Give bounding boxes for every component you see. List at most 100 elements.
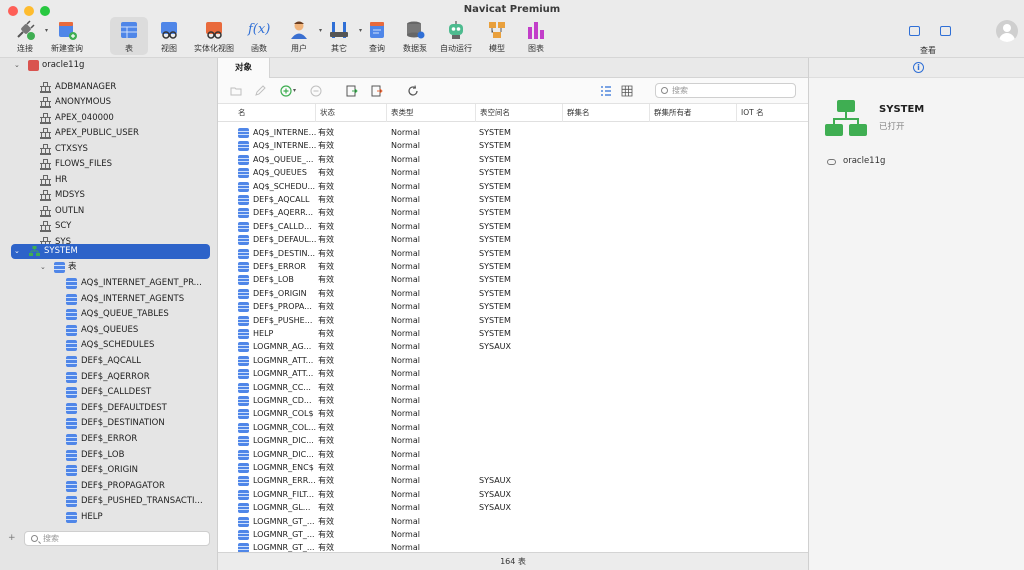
column-header-status[interactable]: 状态 [315, 104, 385, 122]
avatar[interactable] [996, 20, 1018, 42]
table-row[interactable]: DEF$_AQCALL 有效 Normal SYSTEM [218, 193, 808, 206]
tree-table-item[interactable]: DEF$_AQCALL [0, 354, 218, 369]
table-row[interactable]: LOGMNR_DIC... 有效 Normal [218, 434, 808, 447]
toolbar-connect-button[interactable]: ▾ 连接 [8, 17, 48, 55]
table-row[interactable]: HELP 有效 Normal SYSTEM [218, 327, 808, 340]
chevron-down-icon[interactable]: ⌄ [14, 58, 20, 73]
tree-table-item[interactable]: DEF$_PROPAGATOR [0, 479, 218, 494]
table-row[interactable]: DEF$_DEFAUL... 有效 Normal SYSTEM [218, 233, 808, 246]
table-row[interactable]: DEF$_ORIGIN 有效 Normal SYSTEM [218, 287, 808, 300]
table-row[interactable]: LOGMNR_GT_... 有效 Normal [218, 528, 808, 541]
table-row[interactable]: LOGMNR_GT_... 有效 Normal [218, 515, 808, 528]
table-row[interactable]: LOGMNR_ERR... 有效 Normal SYSAUX [218, 474, 808, 487]
tree-table-item[interactable]: AQ$_QUEUES [0, 323, 218, 338]
tree-table-item[interactable]: DEF$_DEFAULTDEST [0, 401, 218, 416]
table-row[interactable]: LOGMNR_ATT... 有效 Normal [218, 354, 808, 367]
tree-user-item[interactable]: FLOWS_FILES [0, 157, 218, 172]
table-row[interactable]: AQ$_QUEUE_... 有效 Normal SYSTEM [218, 153, 808, 166]
add-icon[interactable]: + [8, 533, 16, 543]
table-row[interactable]: AQ$_INTERNE... 有效 Normal SYSTEM [218, 139, 808, 152]
tree-connection-oracle11g[interactable]: ⌄ oracle11g [0, 58, 218, 73]
toolbar-chart-button[interactable]: 图表 [520, 17, 552, 55]
info-icon[interactable]: i [913, 62, 924, 73]
toolbar-user-button[interactable]: ▾ 用户 [282, 17, 322, 55]
tree-user-item[interactable]: OUTLN [0, 204, 218, 219]
tree-tables-group[interactable]: ⌄ 表 [0, 260, 218, 275]
table-row[interactable]: LOGMNR_CC... 有效 Normal [218, 381, 808, 394]
tab-objects[interactable]: 对象 [218, 58, 270, 78]
table-row[interactable]: LOGMNR_DIC... 有效 Normal [218, 448, 808, 461]
table-row[interactable]: AQ$_SCHEDU... 有效 Normal SYSTEM [218, 180, 808, 193]
tree-table-item[interactable]: HELP [0, 510, 218, 525]
tree-table-item[interactable]: AQ$_INTERNET_AGENTS [0, 292, 218, 307]
grid-view-icon[interactable] [621, 85, 633, 97]
tree-table-item[interactable]: DEF$_ORIGIN [0, 463, 218, 478]
tree-user-item[interactable]: HR [0, 173, 218, 188]
table-row[interactable]: LOGMNR_FILT... 有效 Normal SYSAUX [218, 488, 808, 501]
table-row[interactable]: LOGMNR_AG... 有效 Normal SYSAUX [218, 340, 808, 353]
table-row[interactable]: DEF$_CALLD... 有效 Normal SYSTEM [218, 220, 808, 233]
refresh-icon[interactable] [407, 85, 419, 97]
toolbar-new-query-button[interactable]: 新建查询 [48, 17, 86, 55]
chevron-down-icon[interactable]: ▾ [293, 87, 296, 94]
table-row[interactable]: AQ$_QUEUES 有效 Normal SYSTEM [218, 166, 808, 179]
toolbar-automation-button[interactable]: 自动运行 [436, 17, 476, 55]
tree-schema-system[interactable]: ⌄ SYSTEM [11, 244, 210, 259]
toolbar-datapump-button[interactable]: 数据泵 [398, 17, 432, 55]
tree-user-item[interactable]: MDSYS [0, 188, 218, 203]
toolbar-materialized-view-button[interactable]: 实体化视图 [192, 17, 236, 55]
tree-table-item[interactable]: AQ$_SCHEDULES [0, 338, 218, 353]
table-row[interactable]: LOGMNR_COL... 有效 Normal [218, 421, 808, 434]
tree-user-item[interactable]: ANONYMOUS [0, 95, 218, 110]
column-header-cluster-owner[interactable]: 群集所有者 [649, 104, 735, 122]
tree-user-item[interactable]: CTXSYS [0, 142, 218, 157]
table-row[interactable]: AQ$_INTERNE... 有效 Normal SYSTEM [218, 126, 808, 139]
list-view-icon[interactable] [600, 85, 612, 97]
export-icon[interactable] [371, 85, 383, 97]
tree-table-item[interactable]: DEF$_LOB [0, 448, 218, 463]
column-header-tablespace[interactable]: 表空间名 [475, 104, 561, 122]
column-header-iot[interactable]: IOT 名 [736, 104, 808, 122]
table-row[interactable]: DEF$_LOB 有效 Normal SYSTEM [218, 273, 808, 286]
tree-user-item[interactable]: SCY [0, 219, 218, 234]
right-panel-toggle-icon[interactable] [940, 26, 951, 36]
tree-table-item[interactable]: AQ$_QUEUE_TABLES [0, 307, 218, 322]
tree-user-item[interactable]: APEX_PUBLIC_USER [0, 126, 218, 141]
chevron-down-icon[interactable]: ⌄ [14, 244, 20, 259]
add-table-icon[interactable] [280, 85, 292, 97]
delete-icon[interactable] [310, 85, 322, 97]
table-row[interactable]: DEF$_DESTIN... 有效 Normal SYSTEM [218, 247, 808, 260]
table-row[interactable]: DEF$_ERROR 有效 Normal SYSTEM [218, 260, 808, 273]
table-row[interactable]: LOGMNR_COL$ 有效 Normal [218, 407, 808, 420]
chevron-down-icon[interactable]: ⌄ [40, 260, 46, 275]
table-row[interactable]: LOGMNR_GL... 有效 Normal SYSAUX [218, 501, 808, 514]
tree-table-item[interactable]: DEF$_PUSHED_TRANSACTI... [0, 494, 218, 509]
table-row[interactable]: LOGMNR_ATT... 有效 Normal [218, 367, 808, 380]
edit-icon[interactable] [254, 85, 266, 97]
toolbar-table-button[interactable]: 表 [110, 17, 148, 55]
import-icon[interactable] [346, 85, 358, 97]
tree-table-item[interactable]: LOGMNR_AGE_SPILL$ [0, 526, 218, 528]
table-row[interactable]: DEF$_PUSHE... 有效 Normal SYSTEM [218, 314, 808, 327]
sidebar-search-input[interactable]: 搜索 [24, 531, 210, 546]
left-panel-toggle-icon[interactable] [909, 26, 920, 36]
table-row[interactable]: DEF$_PROPA... 有效 Normal SYSTEM [218, 300, 808, 313]
toolbar-other-button[interactable]: ▾ 其它 [322, 17, 362, 55]
open-folder-icon[interactable] [230, 85, 242, 97]
table-row[interactable]: LOGMNR_CD... 有效 Normal [218, 394, 808, 407]
toolbar-function-button[interactable]: f(x) 函数 [242, 17, 276, 55]
table-row[interactable]: LOGMNR_GT_... 有效 Normal [218, 541, 808, 552]
table-row[interactable]: LOGMNR_ENC$ 有效 Normal [218, 461, 808, 474]
toolbar-model-button[interactable]: 模型 [482, 17, 512, 55]
column-header-cluster[interactable]: 群集名 [562, 104, 648, 122]
object-search-input[interactable]: 搜索 [655, 83, 796, 98]
tree-table-item[interactable]: DEF$_ERROR [0, 432, 218, 447]
tree-table-item[interactable]: DEF$_CALLDEST [0, 385, 218, 400]
tree-user-item[interactable]: ADBMANAGER [0, 80, 218, 95]
column-header-name[interactable]: 名 [234, 104, 314, 122]
tree-table-item[interactable]: DEF$_AQERROR [0, 370, 218, 385]
tree-table-item[interactable]: DEF$_DESTINATION [0, 416, 218, 431]
toolbar-query-button[interactable]: 查询 [362, 17, 392, 55]
table-row[interactable]: DEF$_AQERR... 有效 Normal SYSTEM [218, 206, 808, 219]
tree-table-item[interactable]: AQ$_INTERNET_AGENT_PR... [0, 276, 218, 291]
